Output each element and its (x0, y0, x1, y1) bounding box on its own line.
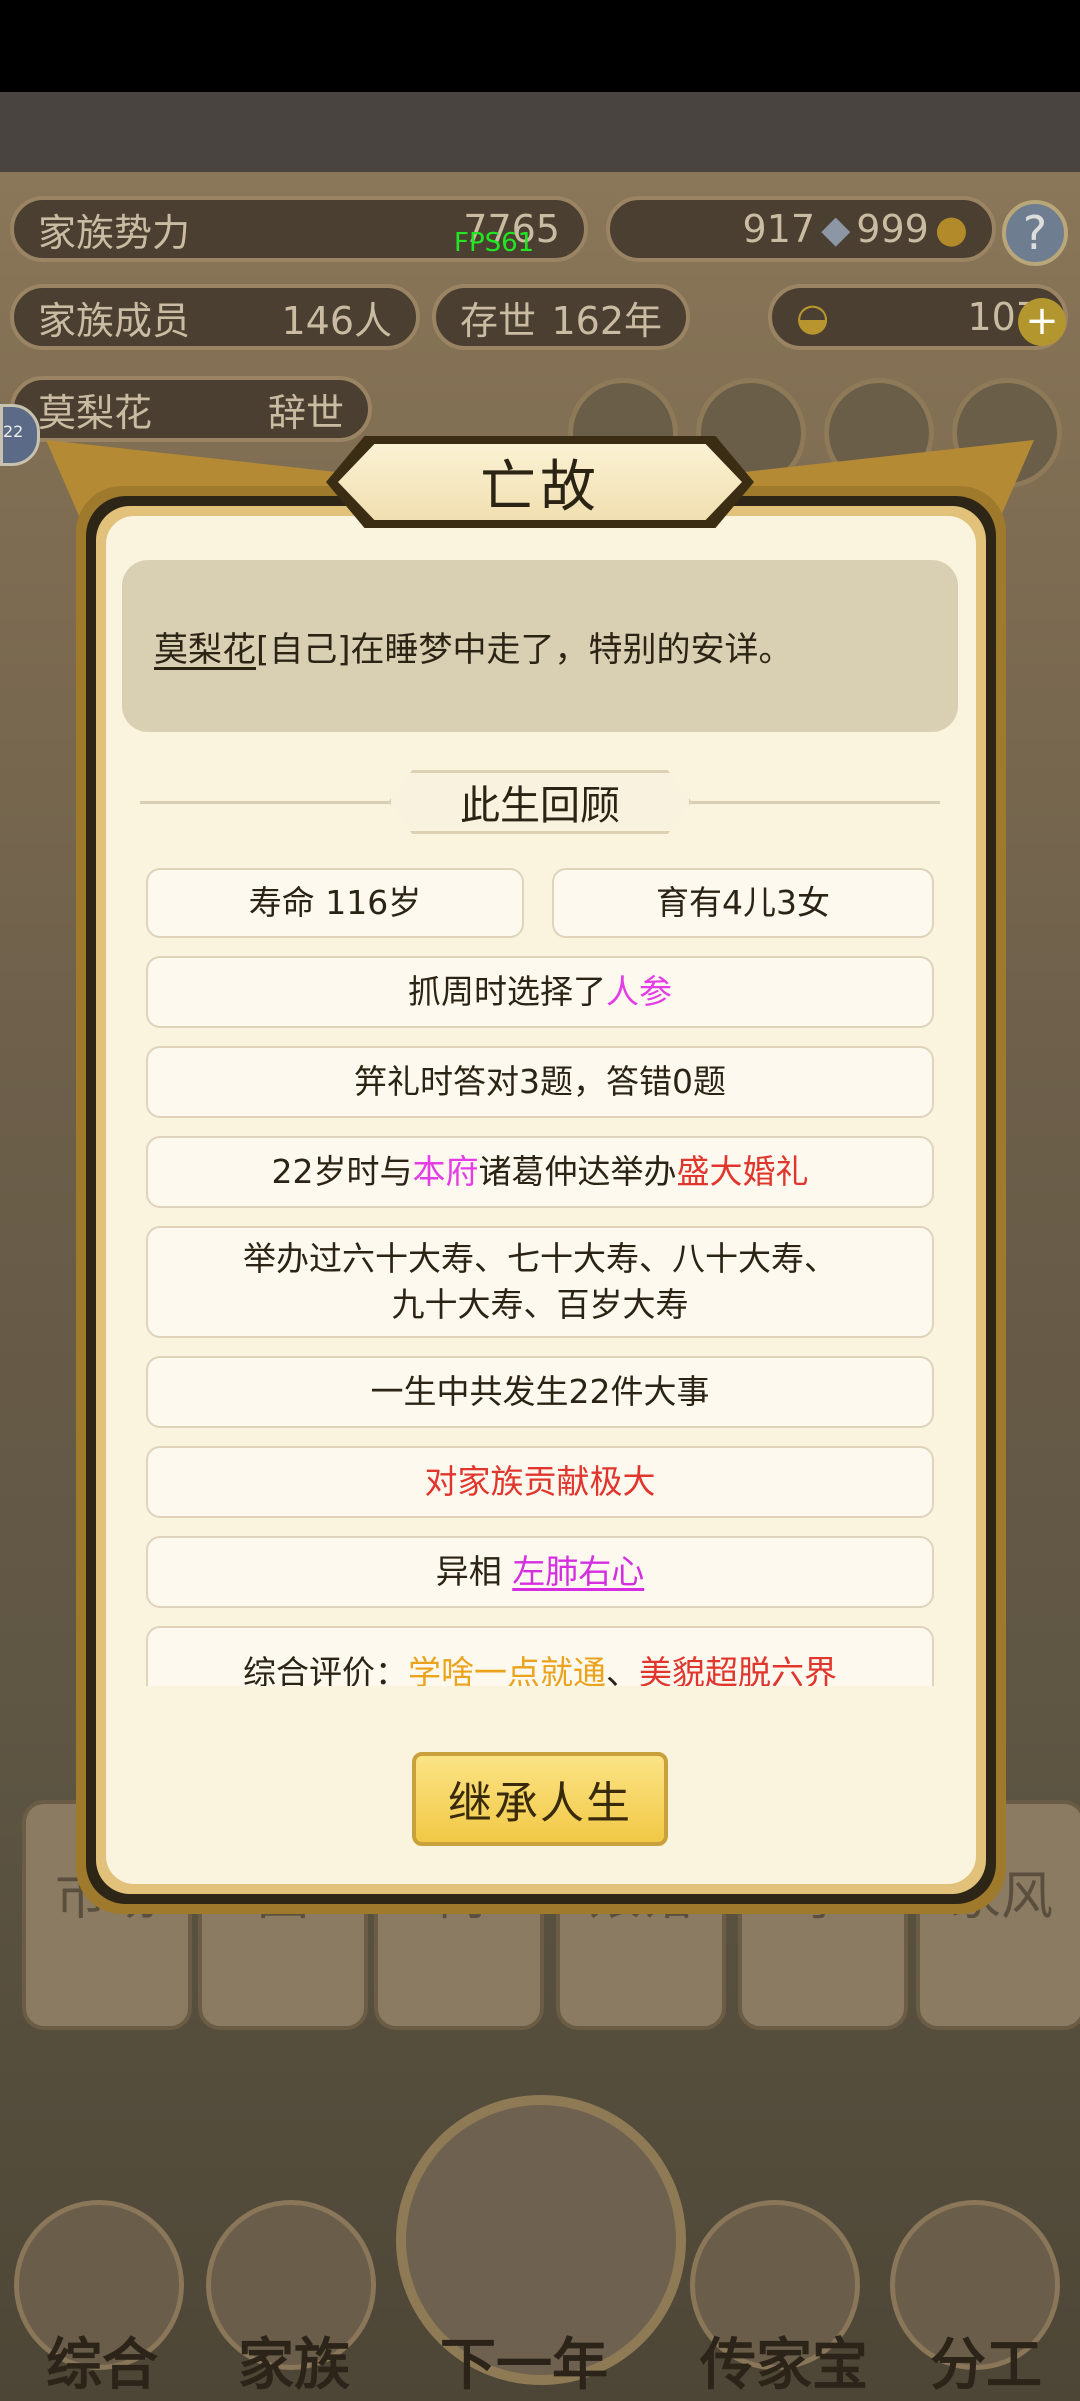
events-card: 一生中共发生22件大事 (146, 1356, 934, 1428)
title-plate: 亡故 (338, 444, 742, 520)
zhuazhou-card: 抓周时选择了 人参 (146, 956, 934, 1028)
trait-link[interactable]: 左肺右心 (512, 1549, 644, 1595)
silver-icon: ◆ (821, 207, 851, 251)
living-label: 存世 (460, 298, 537, 343)
marriage-spouse: 诸葛仲达举办 (478, 1152, 677, 1191)
tab-heirloom: 传家宝 (700, 2333, 868, 2398)
children-card: 育有4儿3女 (552, 868, 934, 938)
tab-next-year: 下一年 (440, 2333, 608, 2398)
coin-icon: ● (934, 207, 968, 251)
status-bar (0, 0, 1080, 92)
children-text: 育有4儿3女 (656, 883, 830, 922)
marriage-house: 本府 (412, 1152, 479, 1191)
ji-li-text: 笄礼时答对3题，答错0题 (354, 1062, 726, 1101)
life-review-list[interactable]: 寿命 116岁 育有4儿3女 抓周时选择了 人参 笄礼时答对3题，答错0题 22岁… (140, 860, 940, 1686)
birthdays-line-1: 举办过六十大寿、七十大寿、八十大寿、 (243, 1239, 837, 1278)
fps-counter: FPS61 (454, 228, 535, 258)
divider-right (690, 801, 940, 804)
deceased-name: 莫梨花 (38, 390, 153, 435)
deceased-name-link[interactable]: 莫梨花 (154, 622, 256, 671)
top-band (0, 92, 1080, 172)
members-label: 家族成员 (38, 298, 191, 343)
members-pill: 家族成员 146人 (10, 284, 420, 350)
dialog-title: 亡故 (480, 454, 600, 520)
living-value: 162年 (551, 298, 662, 343)
zhuazhou-item: 人参 (606, 972, 672, 1011)
tab-family: 家族 (238, 2333, 350, 2398)
add-ingot-icon[interactable]: + (1018, 298, 1066, 346)
birthdays-card: 举办过六十大寿、七十大寿、八十大寿、 九十大寿、百岁大寿 (146, 1226, 934, 1338)
rating-separator: 、 (606, 1653, 639, 1686)
gold-value: 999 (856, 207, 929, 251)
marriage-prefix: 22岁时与 (271, 1152, 413, 1191)
currency-pill: 917 ◆ 999 ● (606, 196, 996, 262)
tab-general: 综合 (46, 2333, 158, 2398)
help-icon[interactable]: ? (1002, 200, 1068, 266)
trait-label: 异相 (435, 1552, 502, 1591)
contribution-text: 对家族贡献极大 (424, 1462, 656, 1501)
members-value: 146人 (281, 298, 392, 343)
living-years-pill: 存世 162年 (432, 284, 690, 350)
deceased-status: 辞世 (267, 390, 344, 435)
inherit-life-button[interactable]: 继承人生 (412, 1752, 668, 1846)
deceased-pill: 莫梨花 辞世 (10, 376, 372, 442)
rating-card: 综合评价： 学啥一点就通、美貌超脱六界 (146, 1626, 934, 1686)
lifespan-card: 寿命 116岁 (146, 868, 524, 938)
death-message-text: [自己]在睡梦中走了，特别的安详。 (256, 629, 793, 670)
silver-value: 917 (742, 207, 816, 251)
events-text: 一生中共发生22件大事 (370, 1372, 710, 1411)
divider-left (140, 801, 390, 804)
rating-2: 美貌超脱六界 (639, 1653, 837, 1686)
rating-1: 学啥一点就通 (408, 1653, 606, 1686)
trait-card: 异相 左肺右心 (146, 1536, 934, 1608)
section-title: 此生回顾 (388, 770, 692, 834)
lifespan-text: 寿命 116岁 (248, 883, 422, 922)
tab-division: 分工 (930, 2333, 1042, 2398)
birthdays-line-2: 九十大寿、百岁大寿 (391, 1285, 689, 1324)
ingot-icon: ◒ (796, 295, 830, 339)
death-message: 莫梨花 [自己]在睡梦中走了，特别的安详。 (122, 560, 958, 732)
marriage-type: 盛大婚礼 (676, 1152, 809, 1191)
zhuazhou-prefix: 抓周时选择了 (408, 972, 606, 1011)
contribution-card: 对家族贡献极大 (146, 1446, 934, 1518)
family-power-label: 家族势力 (38, 210, 191, 255)
rating-label: 综合评价： (243, 1653, 408, 1686)
marriage-card: 22岁时与 本府 诸葛仲达举办 盛大婚礼 (146, 1136, 934, 1208)
ji-li-card: 笄礼时答对3题，答错0题 (146, 1046, 934, 1118)
